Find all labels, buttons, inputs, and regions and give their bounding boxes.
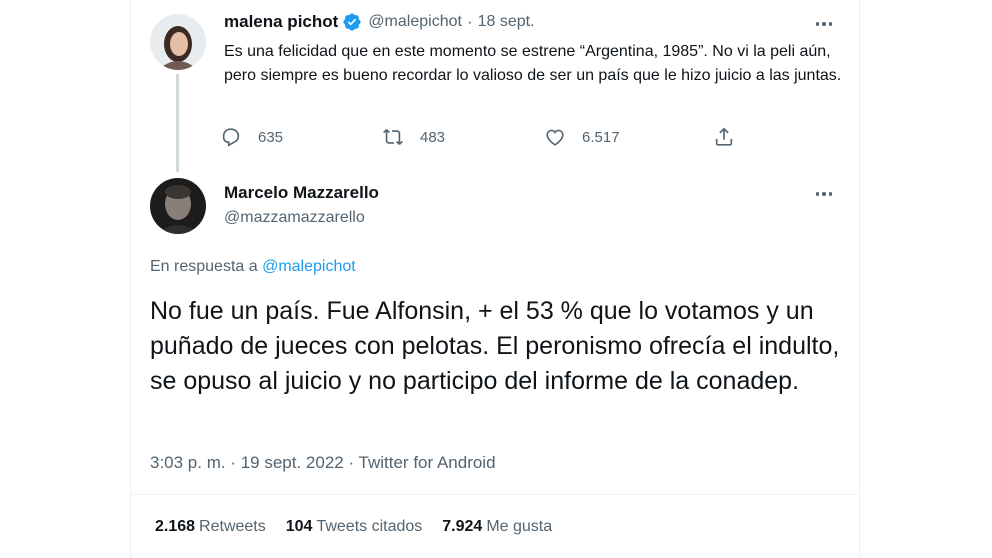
author-name[interactable]: malena pichot — [224, 12, 338, 32]
retweets-stat[interactable]: 2.168 Retweets — [155, 518, 266, 536]
more-icon[interactable] — [812, 186, 836, 202]
reply-author-handle[interactable]: @mazzamazzarello — [224, 209, 365, 227]
like-button[interactable]: 6.517 — [544, 126, 620, 148]
retweets-label: Retweets — [199, 518, 266, 535]
verified-icon — [343, 13, 361, 31]
quotes-count: 104 — [285, 518, 313, 535]
share-icon — [715, 127, 733, 146]
share-button[interactable] — [713, 126, 735, 148]
reply-text: No fue un país. Fue Alfonsin, + el 53 % … — [150, 297, 840, 395]
retweet-count: 483 — [420, 128, 446, 146]
author-handle[interactable]: @malepichot — [368, 13, 462, 31]
tweet-text: Es una felicidad que en este momento se … — [224, 43, 842, 84]
reply-to-mention[interactable]: @malepichot — [262, 258, 356, 275]
retweet-button[interactable]: 483 — [382, 126, 445, 148]
thread-line — [176, 74, 179, 172]
reply-prefix: En respuesta a — [150, 258, 258, 275]
divider — [130, 494, 858, 495]
tweet-header: malena pichot @malepichot · 18 sept. — [224, 12, 535, 32]
quotes-label: Tweets citados — [316, 518, 423, 535]
likes-label: Me gusta — [486, 518, 553, 535]
likes-count: 7.924 — [442, 518, 483, 535]
like-count: 6.517 — [582, 128, 620, 146]
like-icon — [546, 129, 564, 146]
reply-count: 635 — [258, 128, 284, 146]
tweet-meta[interactable]: 3:03 p. m. · 19 sept. 2022 · Twitter for… — [150, 453, 496, 473]
retweet-icon — [383, 129, 403, 145]
reply-author-name[interactable]: Marcelo Mazzarello — [224, 183, 379, 203]
tweet-actions: 635 483 6.517 — [220, 126, 750, 152]
avatar-marcelo[interactable] — [150, 178, 206, 234]
tweet-date[interactable]: 18 sept. — [478, 13, 535, 31]
reply-context: En respuesta a @malepichot — [150, 258, 356, 276]
likes-stat[interactable]: 7.924 Me gusta — [442, 518, 552, 536]
more-icon[interactable] — [812, 16, 836, 32]
separator: · — [466, 12, 473, 31]
retweets-count: 2.168 — [155, 518, 196, 535]
quotes-stat[interactable]: 104 Tweets citados — [286, 518, 423, 536]
tweet-stats: 2.168 Retweets 104 Tweets citados 7.924 Me … — [155, 518, 552, 536]
reply-icon — [222, 128, 240, 147]
reply-button[interactable]: 635 — [220, 126, 283, 148]
avatar-malena[interactable] — [150, 14, 206, 70]
